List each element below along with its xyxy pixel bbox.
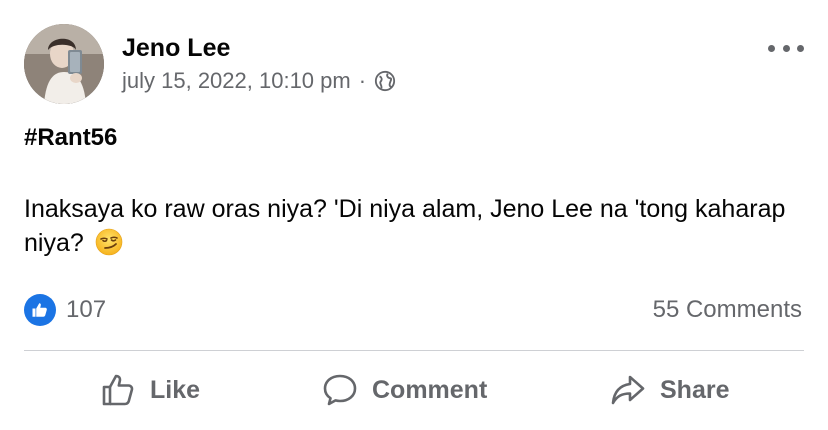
post-hashtag[interactable]: #Rant56 [24, 124, 117, 152]
post-timestamp[interactable]: july 15, 2022, 10:10 pm [122, 68, 351, 94]
meta-separator: · [358, 68, 367, 93]
share-arrow-icon [611, 375, 645, 405]
comment-button-label: Comment [372, 375, 488, 404]
post-meta: july 15, 2022, 10:10 pm · [122, 68, 396, 94]
comments-count-link[interactable]: 55 Comments [653, 296, 802, 324]
like-button[interactable]: Like [100, 368, 200, 412]
post-card: Jeno Lee july 15, 2022, 10:10 pm · #Rant… [0, 0, 828, 430]
globe-icon [374, 70, 396, 92]
avatar[interactable] [24, 24, 104, 104]
avatar-photo [24, 24, 104, 104]
like-reaction-icon [24, 294, 56, 326]
divider [24, 350, 804, 351]
author-name[interactable]: Jeno Lee [122, 34, 230, 63]
more-options-icon[interactable] [768, 40, 804, 56]
smirk-emoji-icon [95, 228, 123, 256]
share-button-label: Share [660, 375, 730, 404]
comment-button[interactable]: Comment [322, 368, 487, 412]
post-text: Inaksaya ko raw oras niya? 'Di niya alam… [24, 192, 804, 260]
like-count: 107 [66, 296, 107, 323]
like-button-label: Like [150, 375, 201, 404]
reactions-summary[interactable]: 107 [24, 294, 106, 326]
thumbs-up-icon [102, 374, 134, 406]
share-button[interactable]: Share [610, 368, 729, 412]
post-text-body: Inaksaya ko raw oras niya? 'Di niya alam… [24, 195, 786, 257]
comment-bubble-icon [323, 374, 357, 406]
